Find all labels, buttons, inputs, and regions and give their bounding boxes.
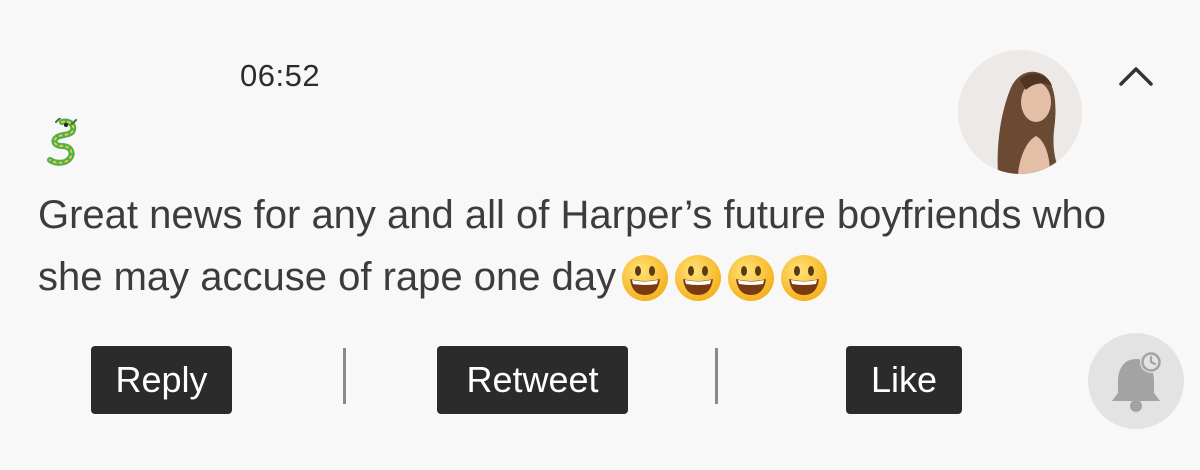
chevron-up-icon	[1119, 67, 1153, 86]
dragon-emoji-icon	[42, 117, 80, 168]
retweet-button[interactable]: Retweet	[437, 346, 628, 414]
notification-snooze-button[interactable]	[1088, 333, 1184, 429]
grinning-face-emoji-icon	[728, 254, 775, 301]
tweet-time: 06:52	[240, 58, 321, 93]
grinning-face-emoji-icon	[675, 254, 722, 301]
divider	[343, 348, 346, 404]
emoji-group	[620, 244, 832, 306]
grinning-face-emoji-icon	[622, 254, 669, 301]
grinning-face-emoji-icon	[781, 254, 828, 301]
like-button[interactable]: Like	[846, 346, 962, 414]
tweet-body: Great news for any and all of Harper’s f…	[38, 184, 1158, 310]
reply-button[interactable]: Reply	[91, 346, 232, 414]
tweet-text: Great news for any and all of Harper’s f…	[38, 193, 1106, 299]
profile-photo-icon	[958, 50, 1082, 174]
notification-card: 06:52 Great news for any and all of Harp…	[0, 0, 1200, 470]
collapse-button[interactable]	[1114, 56, 1158, 96]
avatar[interactable]	[958, 50, 1082, 174]
divider	[715, 348, 718, 404]
bell-clock-icon	[1112, 351, 1162, 412]
